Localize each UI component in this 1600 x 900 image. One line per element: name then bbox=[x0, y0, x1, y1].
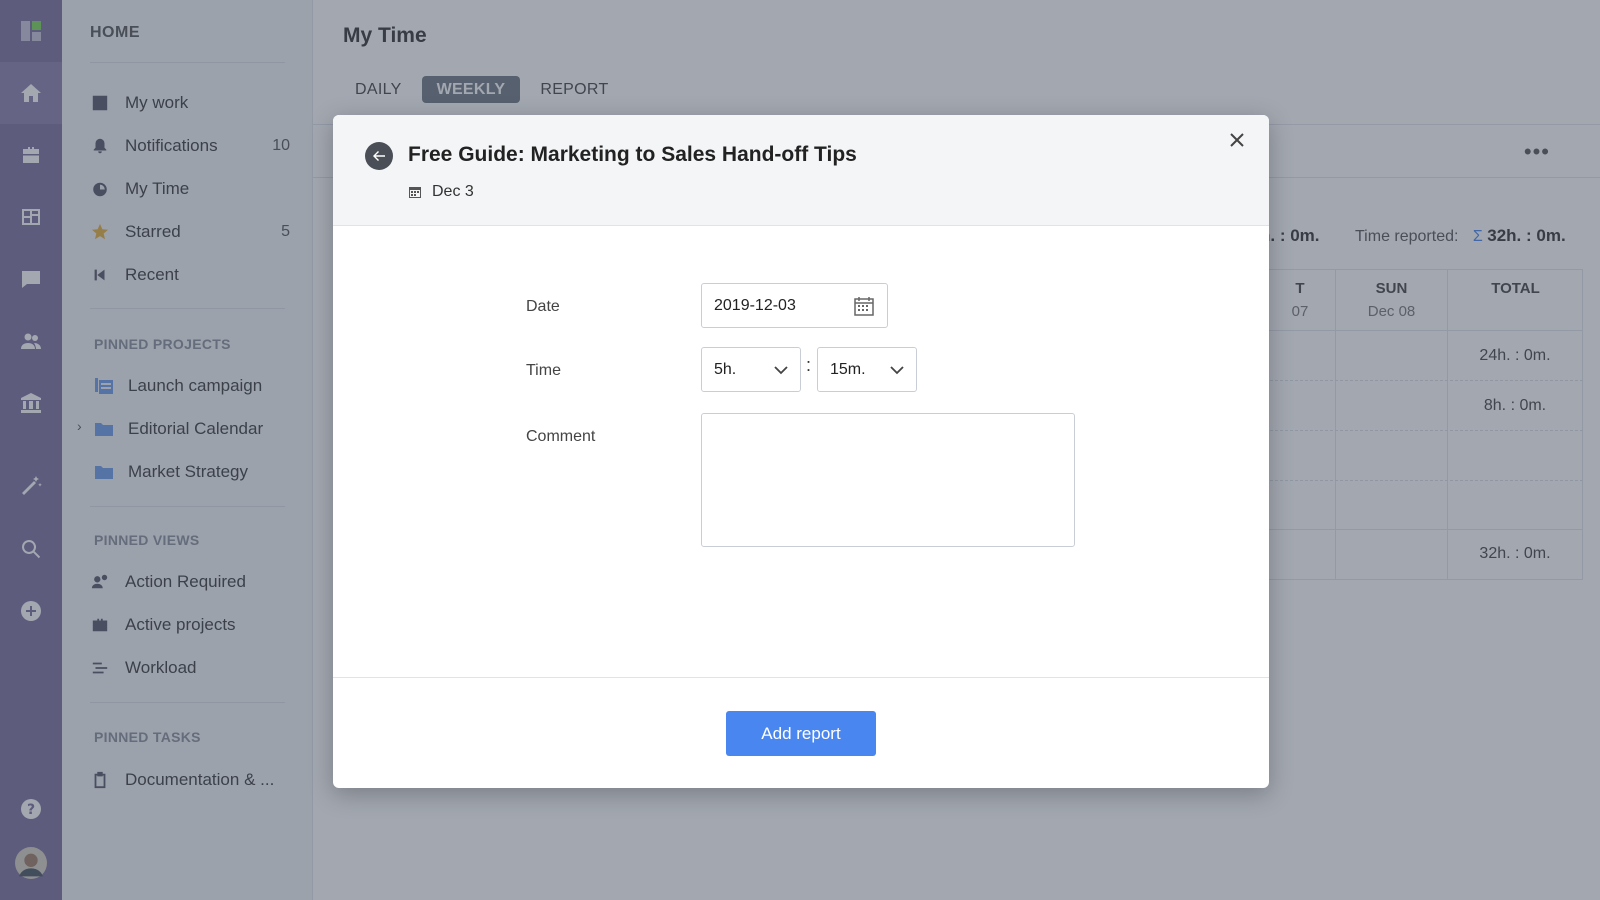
comment-textarea[interactable] bbox=[701, 413, 1075, 547]
back-arrow-icon[interactable] bbox=[365, 142, 393, 170]
date-input[interactable]: 2019-12-03 bbox=[701, 283, 888, 328]
time-label: Time bbox=[526, 362, 561, 379]
date-label: Date bbox=[526, 298, 560, 315]
time-separator: : bbox=[806, 355, 812, 375]
chevron-down-icon bbox=[890, 366, 904, 375]
modal-footer: Add report bbox=[333, 677, 1269, 788]
modal-header: Free Guide: Marketing to Sales Hand-off … bbox=[333, 115, 1269, 226]
minutes-select[interactable]: 15m. bbox=[817, 347, 917, 392]
minutes-select-value: 15m. bbox=[830, 360, 866, 378]
hours-select[interactable]: 5h. bbox=[701, 347, 801, 392]
add-report-button[interactable]: Add report bbox=[726, 711, 876, 756]
hours-select-value: 5h. bbox=[714, 360, 737, 378]
calendar-icon bbox=[409, 187, 421, 198]
task-date-label: Dec 3 bbox=[432, 183, 474, 200]
time-report-modal: Free Guide: Marketing to Sales Hand-off … bbox=[333, 115, 1269, 788]
date-input-value: 2019-12-03 bbox=[714, 296, 796, 314]
chevron-down-icon bbox=[774, 366, 788, 375]
calendar-picker-icon[interactable] bbox=[853, 295, 875, 317]
task-date: Dec 3 bbox=[408, 183, 474, 201]
modal-title: Free Guide: Marketing to Sales Hand-off … bbox=[408, 143, 857, 166]
comment-label: Comment bbox=[526, 428, 596, 445]
close-icon[interactable] bbox=[1225, 128, 1249, 152]
